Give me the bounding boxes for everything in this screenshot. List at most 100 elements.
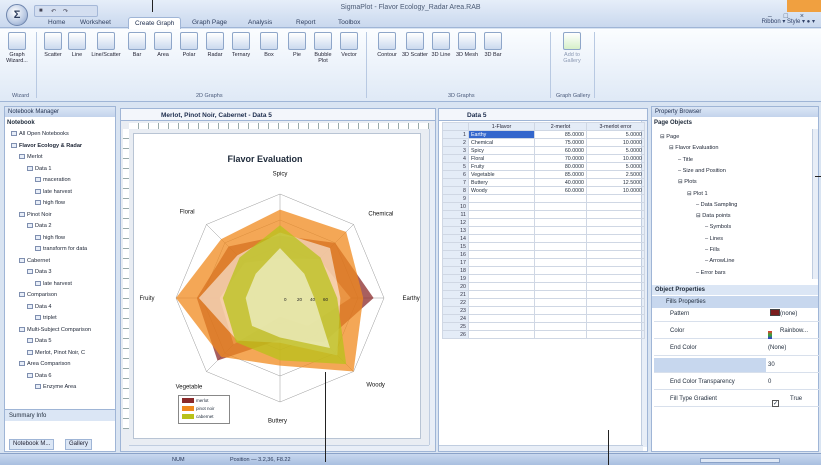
table-cell[interactable] — [468, 258, 535, 267]
table-cell[interactable] — [468, 322, 535, 331]
object-tree-scrollbar[interactable] — [812, 129, 818, 279]
row-number[interactable]: 18 — [442, 266, 469, 275]
help-tab[interactable] — [787, 0, 821, 12]
row-number[interactable]: 9 — [442, 194, 469, 203]
chart-legend[interactable]: merlot pinot noir cabernet — [178, 395, 230, 424]
page-object-item[interactable]: – Size and Position — [678, 168, 726, 175]
property-value[interactable]: Rainbow... — [780, 328, 808, 334]
table-row[interactable]: 10 — [442, 202, 645, 211]
table-row[interactable]: 3 Spicy 60.0000 5.0000 — [442, 146, 645, 155]
table-row[interactable]: 24 — [442, 314, 645, 323]
notebook-tree-item[interactable]: Data 4 — [27, 304, 51, 311]
table-cell[interactable]: 2.5000 — [586, 170, 645, 179]
table-cell[interactable]: 5.0000 — [586, 162, 645, 171]
table-cell[interactable] — [586, 218, 645, 227]
row-number[interactable]: 22 — [442, 298, 469, 307]
row-number[interactable]: 24 — [442, 314, 469, 323]
tab-report[interactable]: Report — [296, 17, 316, 29]
property-row[interactable]: End Color Transparency 0 — [654, 376, 820, 390]
table-row[interactable]: 7 Buttery 40.0000 12.5000 — [442, 178, 645, 187]
notebook-tree-item[interactable]: Comparison — [19, 292, 57, 299]
tab-toolbox[interactable]: Toolbox — [338, 17, 360, 29]
table-cell[interactable] — [468, 314, 535, 323]
page-object-item[interactable]: – Data Sampling — [696, 202, 737, 209]
table-cell[interactable] — [534, 258, 587, 267]
table-cell[interactable] — [534, 194, 587, 203]
notebook-tree-item[interactable]: transform for data — [35, 246, 87, 253]
zoom-slider[interactable] — [700, 458, 780, 463]
table-cell[interactable]: 5.0000 — [586, 130, 645, 139]
table-cell[interactable]: Fruity — [468, 162, 535, 171]
row-number[interactable]: 5 — [442, 162, 469, 171]
table-cell[interactable] — [468, 282, 535, 291]
row-number[interactable]: 3 — [442, 146, 469, 155]
page-object-item[interactable]: – Symbols — [705, 224, 731, 231]
table-cell[interactable]: 10.0000 — [586, 186, 645, 195]
notebook-tree-item[interactable]: high flow — [35, 235, 65, 242]
row-number[interactable]: 20 — [442, 282, 469, 291]
table-cell[interactable]: Floral — [468, 154, 535, 163]
table-cell[interactable] — [534, 250, 587, 259]
row-number[interactable]: 10 — [442, 202, 469, 211]
table-cell[interactable] — [534, 266, 587, 275]
notebook-tree-item[interactable]: Enzyme Area — [35, 384, 76, 391]
row-number[interactable]: 1 — [442, 130, 469, 139]
table-cell[interactable]: Spicy — [468, 146, 535, 155]
bubble-plot-button[interactable]: Bubble Plot — [312, 32, 334, 64]
table-row[interactable]: 6 Vegetable 85.0000 2.5000 — [442, 170, 645, 179]
graph-page[interactable] — [133, 133, 421, 439]
property-row[interactable]: Color Rainbow... — [654, 325, 820, 339]
row-number[interactable]: 17 — [442, 258, 469, 267]
table-cell[interactable] — [586, 250, 645, 259]
property-row[interactable]: Fill Type Gradient True — [654, 393, 820, 407]
property-value[interactable]: True — [790, 396, 802, 402]
table-row[interactable]: 22 — [442, 298, 645, 307]
table-row[interactable]: 1 Earthy 85.0000 5.0000 — [442, 130, 645, 139]
notebook-tree-item[interactable]: late harvest — [35, 189, 72, 196]
notebook-tree-item[interactable]: Multi-Subject Comparison — [19, 327, 91, 334]
table-cell[interactable] — [468, 298, 535, 307]
table-row[interactable]: 4 Floral 70.0000 10.0000 — [442, 154, 645, 163]
table-row[interactable]: 12 — [442, 218, 645, 227]
worksheet-doc-tab[interactable]: Data 5 — [467, 112, 487, 119]
box-button[interactable]: Box — [258, 32, 280, 58]
table-cell[interactable] — [586, 194, 645, 203]
row-number[interactable]: 25 — [442, 322, 469, 331]
page-object-item[interactable]: – Title — [678, 157, 693, 164]
notebook-tree-item[interactable]: Area Comparison — [19, 361, 71, 368]
table-row[interactable]: 2 Chemical 75.0000 10.0000 — [442, 138, 645, 147]
notebook-tree-item[interactable]: Merlot — [19, 154, 43, 161]
table-cell[interactable] — [534, 290, 587, 299]
3d-bar-button[interactable]: 3D Bar — [482, 32, 504, 58]
row-number[interactable]: 7 — [442, 178, 469, 187]
tab-graph-page[interactable]: Graph Page — [192, 17, 227, 29]
table-cell[interactable] — [468, 274, 535, 283]
table-row[interactable]: 11 — [442, 210, 645, 219]
table-cell[interactable] — [534, 306, 587, 315]
row-number[interactable]: 12 — [442, 218, 469, 227]
row-number[interactable]: 6 — [442, 170, 469, 179]
table-cell[interactable] — [534, 226, 587, 235]
notebook-tree-item[interactable]: Pinot Noir — [19, 212, 52, 219]
row-number[interactable]: 23 — [442, 306, 469, 315]
row-number[interactable]: 8 — [442, 186, 469, 195]
table-cell[interactable] — [586, 290, 645, 299]
notebook-tree-item[interactable]: Data 3 — [27, 269, 51, 276]
table-cell[interactable]: 75.0000 — [534, 138, 587, 147]
graph-doc-tab[interactable]: Merlot, Pinot Noir, Cabernet - Data 5 — [161, 112, 272, 119]
page-object-item[interactable]: ⊟ Page — [660, 134, 679, 141]
column-header[interactable]: 2-merlot — [534, 122, 587, 131]
page-object-item[interactable]: ⊟ Plot 1 — [687, 191, 708, 198]
table-cell[interactable]: 12.5000 — [586, 178, 645, 187]
table-row[interactable]: 17 — [442, 258, 645, 267]
table-cell[interactable] — [534, 330, 587, 339]
page-object-item[interactable]: – Lines — [705, 236, 723, 243]
table-row[interactable]: 25 — [442, 322, 645, 331]
table-cell[interactable]: 80.0000 — [534, 162, 587, 171]
table-cell[interactable] — [468, 210, 535, 219]
table-cell[interactable] — [534, 210, 587, 219]
worksheet-horizontal-scrollbar[interactable] — [439, 445, 643, 451]
row-number[interactable]: 13 — [442, 226, 469, 235]
tab-analysis[interactable]: Analysis — [248, 17, 272, 29]
table-cell[interactable] — [534, 314, 587, 323]
